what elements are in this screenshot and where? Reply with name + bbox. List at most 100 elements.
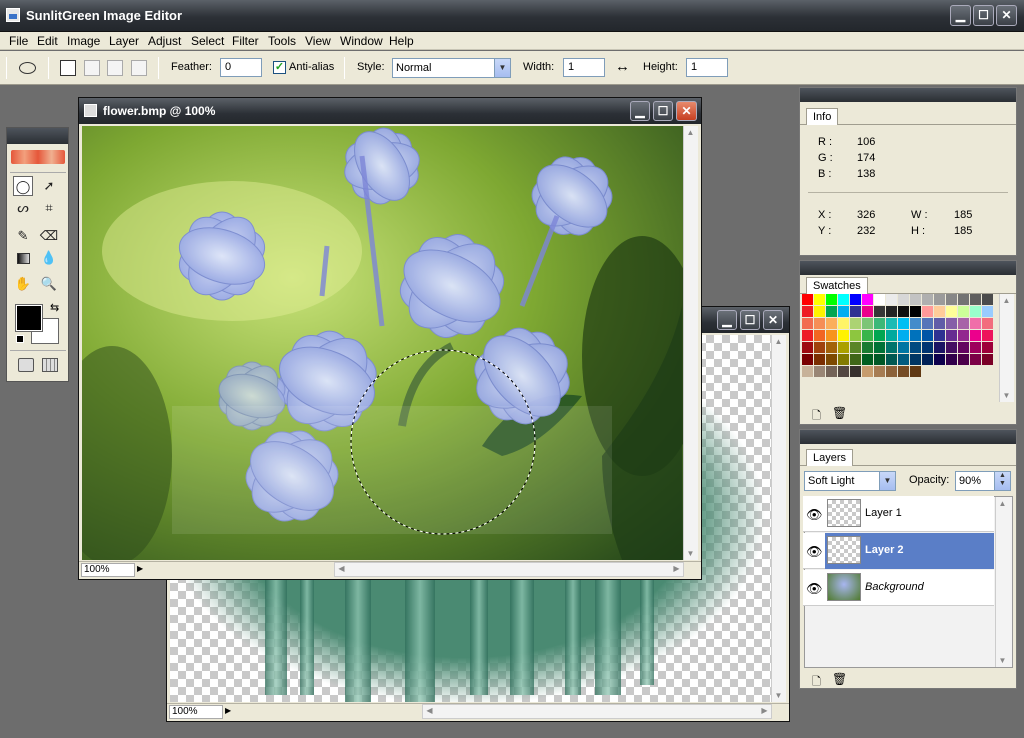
scroll-left-icon[interactable]: ◀: [335, 564, 348, 573]
color-swatch[interactable]: [826, 306, 838, 318]
crop-tool-icon[interactable]: ⌗: [39, 198, 59, 218]
tab-swatches[interactable]: Swatches: [806, 277, 868, 294]
color-swatch[interactable]: [982, 330, 994, 342]
color-swatch[interactable]: [850, 366, 862, 378]
color-swatch[interactable]: [982, 306, 994, 318]
zoom-field[interactable]: 100%: [81, 563, 135, 577]
color-swatch[interactable]: [826, 354, 838, 366]
tab-layers[interactable]: Layers: [806, 449, 854, 466]
color-swatch[interactable]: [850, 330, 862, 342]
color-swatch[interactable]: [934, 330, 946, 342]
delete-layer-icon[interactable]: 🗑: [832, 672, 847, 686]
chevron-down-icon[interactable]: ▼: [494, 59, 510, 77]
color-swatch[interactable]: [922, 330, 934, 342]
doc-maximize-button[interactable]: ☐: [653, 101, 673, 121]
color-swatch[interactable]: [958, 330, 970, 342]
scroll-down-icon[interactable]: ▼: [684, 549, 697, 558]
style-dropdown[interactable]: Normal ▼: [392, 58, 511, 78]
color-swatch[interactable]: [898, 354, 910, 366]
menu-select[interactable]: Select: [188, 32, 227, 50]
color-swatch[interactable]: [970, 330, 982, 342]
color-swatch[interactable]: [874, 306, 886, 318]
doc-vertical-scrollbar[interactable]: ▲ ▼: [771, 335, 786, 702]
tab-info[interactable]: Info: [806, 108, 839, 125]
color-swatch[interactable]: [826, 318, 838, 330]
color-swatch[interactable]: [814, 354, 826, 366]
color-swatch[interactable]: [970, 318, 982, 330]
color-swatch[interactable]: [922, 294, 934, 306]
color-swatch[interactable]: [850, 318, 862, 330]
color-swatch[interactable]: [958, 354, 970, 366]
layer-row[interactable]: 👁 Background: [803, 570, 994, 606]
color-swatch[interactable]: [910, 294, 922, 306]
width-input[interactable]: 1: [563, 58, 605, 77]
color-swatch[interactable]: [886, 318, 898, 330]
menu-edit[interactable]: Edit: [34, 32, 61, 50]
color-swatch[interactable]: [862, 306, 874, 318]
new-selection-mode-button[interactable]: [60, 60, 76, 76]
color-swatch[interactable]: [910, 330, 922, 342]
swatch-grid[interactable]: [802, 294, 994, 378]
layer-row[interactable]: 👁 Layer 1: [803, 496, 994, 532]
delete-swatch-icon[interactable]: 🗑: [832, 406, 847, 420]
brush-strokes-icon[interactable]: [11, 150, 65, 164]
scroll-right-icon[interactable]: ▶: [670, 564, 683, 573]
minimize-button[interactable]: ▁: [950, 5, 971, 26]
new-swatch-icon[interactable]: 🗋: [812, 407, 821, 426]
layer-row[interactable]: 👁 Layer 2: [803, 533, 994, 569]
color-swatch[interactable]: [970, 354, 982, 366]
color-swatch[interactable]: [898, 342, 910, 354]
antialias-checkbox[interactable]: ✓: [273, 61, 286, 74]
visibility-eye-icon[interactable]: 👁: [806, 507, 823, 523]
menu-image[interactable]: Image: [64, 32, 103, 50]
color-swatch[interactable]: [934, 306, 946, 318]
color-swatch[interactable]: [802, 342, 814, 354]
color-swatch[interactable]: [826, 294, 838, 306]
color-swatch[interactable]: [838, 366, 850, 378]
zoom-menu-arrow-icon[interactable]: ▶: [137, 564, 143, 573]
lasso-tool-icon[interactable]: ᔕ: [13, 198, 33, 218]
color-swatch[interactable]: [886, 294, 898, 306]
maximize-button[interactable]: ☐: [973, 5, 994, 26]
color-swatch[interactable]: [934, 318, 946, 330]
color-swatch[interactable]: [958, 342, 970, 354]
color-swatch[interactable]: [874, 318, 886, 330]
color-swatch[interactable]: [898, 306, 910, 318]
menu-filter[interactable]: Filter: [229, 32, 262, 50]
color-swatch[interactable]: [886, 366, 898, 378]
color-swatch[interactable]: [814, 306, 826, 318]
color-swatch[interactable]: [850, 294, 862, 306]
color-swatch[interactable]: [946, 330, 958, 342]
opacity-spinner-icon[interactable]: ▲ ▼: [994, 472, 1010, 490]
color-swatch[interactable]: [922, 306, 934, 318]
color-swatch[interactable]: [838, 318, 850, 330]
scroll-up-icon[interactable]: ▲: [772, 337, 785, 346]
color-swatch[interactable]: [910, 366, 922, 378]
color-swatch[interactable]: [898, 330, 910, 342]
layers-scrollbar[interactable]: ▲ ▼: [995, 497, 1010, 667]
color-swatch[interactable]: [934, 354, 946, 366]
zoom-menu-arrow-icon[interactable]: ▶: [225, 706, 231, 715]
gradient-tool-icon[interactable]: [13, 248, 33, 268]
quick-mask-icon[interactable]: [18, 358, 34, 372]
close-button[interactable]: ✕: [996, 5, 1017, 26]
color-swatch[interactable]: [814, 318, 826, 330]
zoom-field[interactable]: 100%: [169, 705, 223, 719]
color-swatch[interactable]: [886, 306, 898, 318]
color-swatch[interactable]: [958, 318, 970, 330]
color-swatch[interactable]: [982, 354, 994, 366]
dropper-tool-icon[interactable]: 💧: [39, 248, 59, 268]
default-colors-icon[interactable]: [16, 335, 24, 343]
color-swatch[interactable]: [802, 294, 814, 306]
color-swatch[interactable]: [886, 342, 898, 354]
color-swatch[interactable]: [862, 366, 874, 378]
color-swatch[interactable]: [958, 294, 970, 306]
canvas-flower[interactable]: [82, 126, 683, 560]
color-swatch[interactable]: [874, 330, 886, 342]
new-layer-icon[interactable]: 🗋: [812, 673, 821, 692]
color-swatch[interactable]: [934, 342, 946, 354]
color-swatch[interactable]: [802, 330, 814, 342]
ellipse-select-tool-icon[interactable]: ◯: [13, 176, 33, 196]
add-selection-mode-button[interactable]: [84, 60, 100, 76]
doc-close-button[interactable]: ✕: [763, 310, 783, 330]
